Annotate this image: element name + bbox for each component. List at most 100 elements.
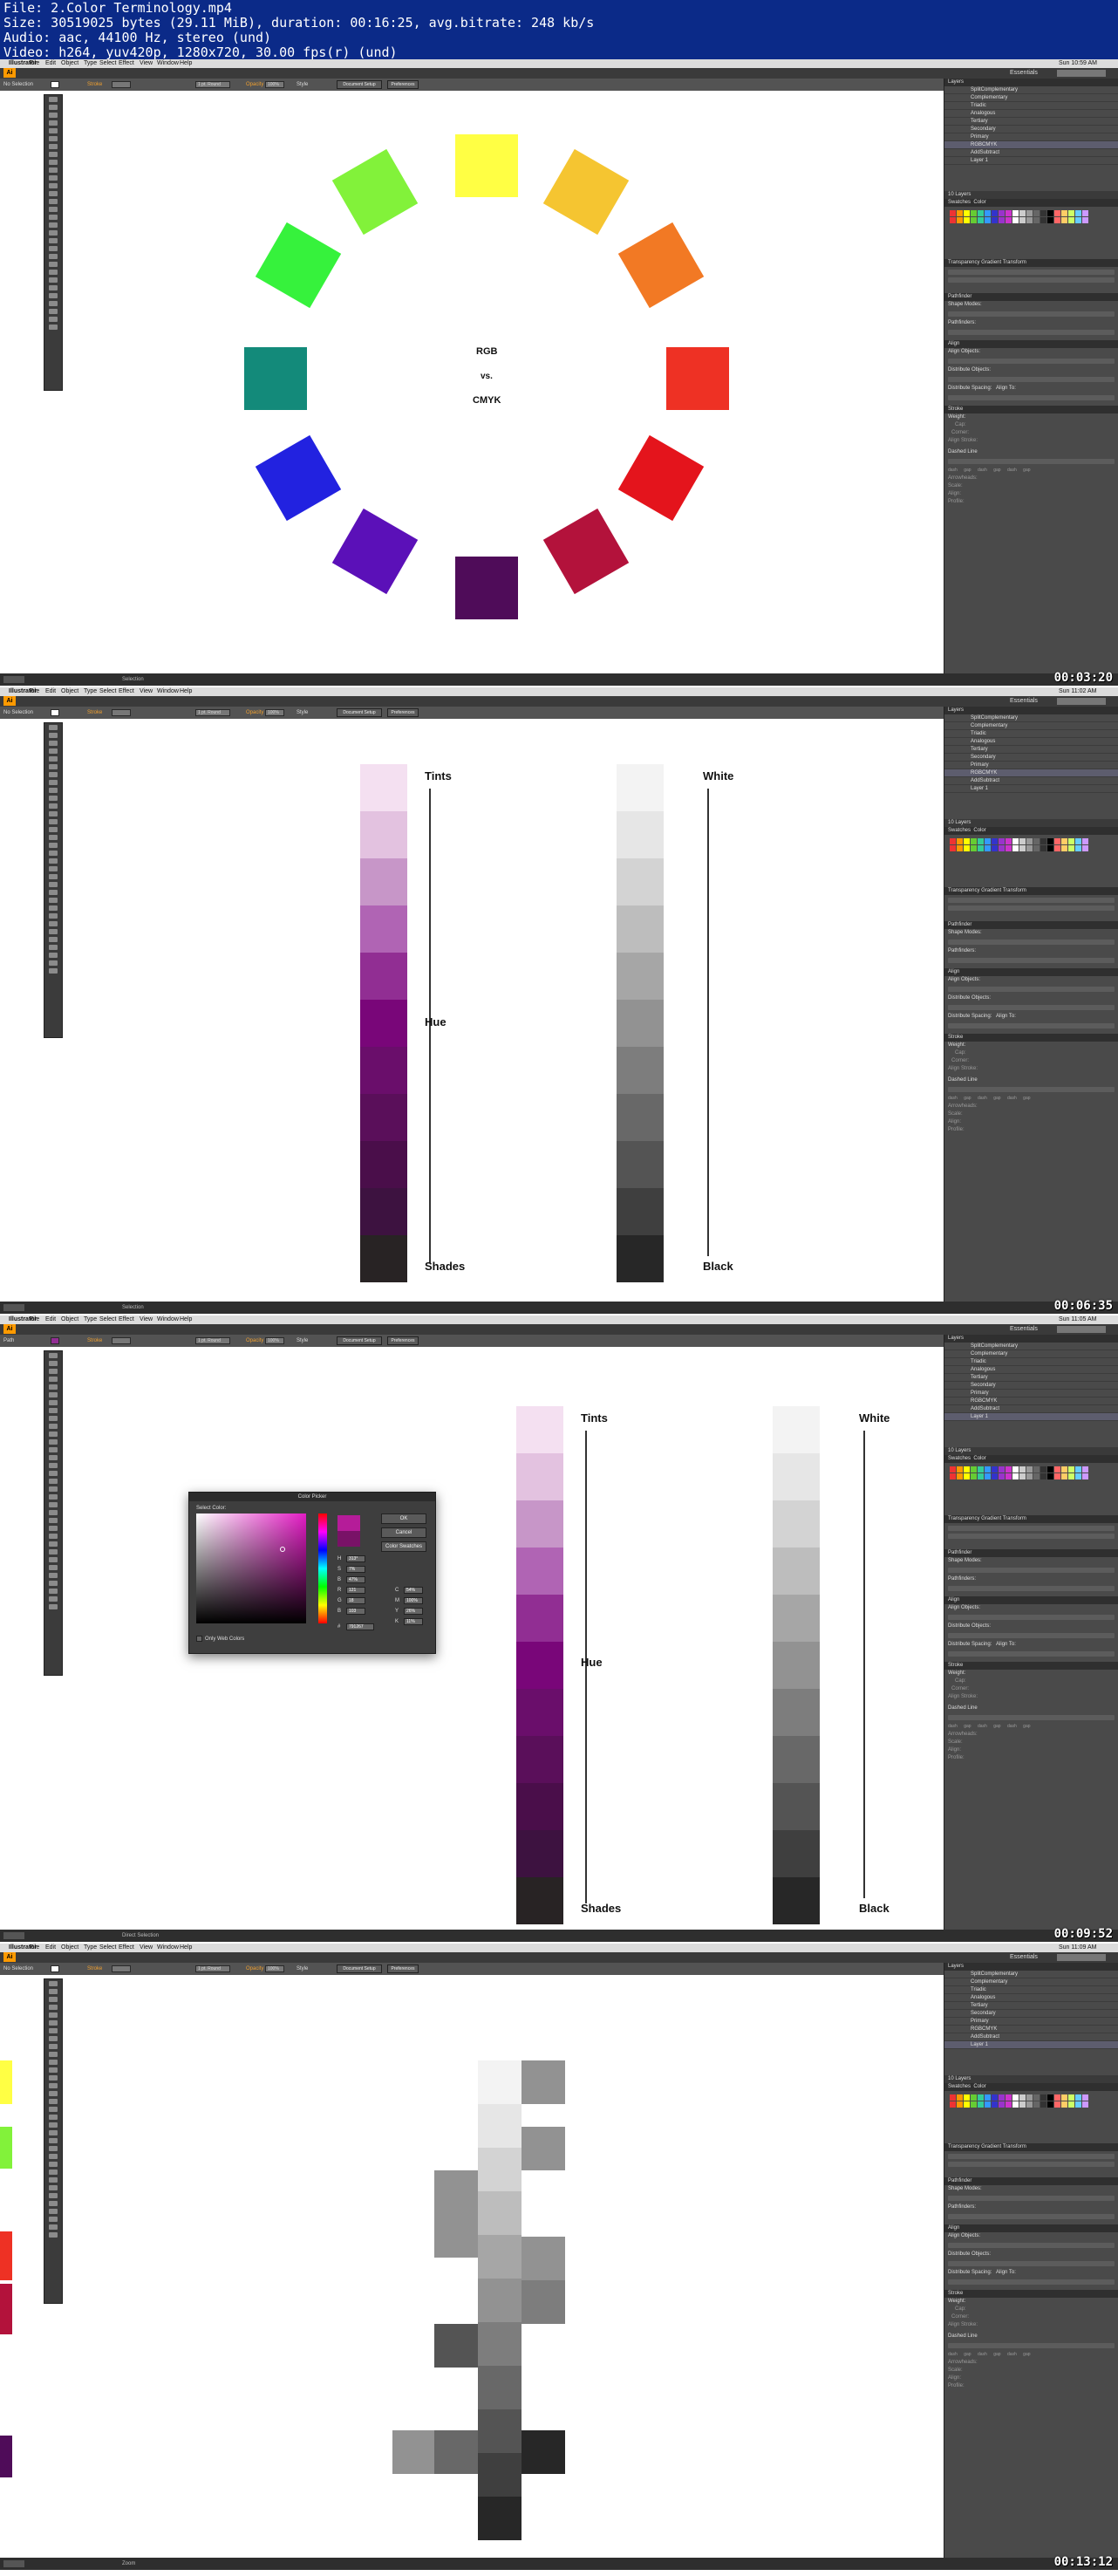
swatch[interactable] [992, 838, 998, 844]
gray-step[interactable] [478, 2191, 522, 2235]
workspace-switcher[interactable]: Essentials [1010, 696, 1038, 707]
menu-item[interactable]: Object [61, 59, 78, 68]
swatch[interactable] [1019, 210, 1026, 216]
tool-icon[interactable] [49, 953, 58, 958]
swatch[interactable] [1006, 845, 1012, 851]
search-field[interactable] [1057, 698, 1106, 705]
tool-icon[interactable] [49, 748, 58, 754]
layer-row[interactable]: Analogous [944, 1366, 1118, 1374]
stroke-profile-field[interactable]: 1 pt. Round [195, 1337, 230, 1344]
layer-row[interactable]: Tertiary [944, 746, 1118, 754]
swatch[interactable] [1040, 838, 1046, 844]
tool-icon[interactable] [49, 1416, 58, 1421]
tool-icon[interactable] [49, 2099, 58, 2104]
swatch[interactable] [1006, 210, 1012, 216]
layer-row[interactable]: SplitComplementary [944, 1343, 1118, 1350]
gray-step[interactable] [617, 1000, 664, 1047]
gray-step[interactable] [478, 2148, 522, 2191]
swatch[interactable] [964, 845, 970, 851]
shape-modes-buttons[interactable] [948, 1568, 1115, 1573]
fill-swatch[interactable] [51, 1337, 59, 1344]
stroke-weight-field[interactable] [112, 81, 131, 88]
swatch[interactable] [1082, 838, 1088, 844]
transparency-tab[interactable]: Transparency [948, 1516, 979, 1521]
swatch[interactable] [950, 845, 956, 851]
picker-field-input[interactable]: 18 [346, 1597, 365, 1604]
tool-icon[interactable] [49, 1565, 58, 1570]
tool-icon[interactable] [49, 1408, 58, 1413]
swatch[interactable] [971, 2094, 977, 2101]
gray-step[interactable] [773, 1830, 820, 1877]
menu-item[interactable]: File [30, 1315, 39, 1324]
swatch[interactable] [957, 217, 963, 223]
menu-item[interactable]: Effect [119, 59, 134, 68]
tool-icon[interactable] [49, 1377, 58, 1382]
preferences-button[interactable]: Preferences [387, 1336, 419, 1345]
swatch[interactable] [950, 2094, 956, 2101]
gray-block[interactable] [522, 2060, 565, 2104]
purple-step[interactable] [516, 1689, 563, 1736]
menu-item[interactable]: Window [157, 687, 179, 696]
pathfinder-buttons[interactable] [948, 1586, 1115, 1591]
gray-block[interactable] [522, 2127, 565, 2170]
ok-button[interactable]: OK [381, 1513, 426, 1524]
layer-row[interactable]: Triadic [944, 1358, 1118, 1366]
purple-step[interactable] [360, 1188, 407, 1235]
tool-icon[interactable] [49, 2146, 58, 2151]
workspace-switcher[interactable]: Essentials [1010, 68, 1038, 79]
tool-icon[interactable] [49, 1486, 58, 1492]
purple-step[interactable] [516, 1642, 563, 1689]
tool-icon[interactable] [49, 160, 58, 165]
gray-step[interactable] [773, 1877, 820, 1924]
layer-row[interactable]: Tertiary [944, 1374, 1118, 1382]
swatch[interactable] [957, 2101, 963, 2108]
tool-icon[interactable] [49, 725, 58, 730]
swatch[interactable] [1019, 838, 1026, 844]
tool-icon[interactable] [49, 921, 58, 926]
swatch[interactable] [1068, 2094, 1074, 2101]
transform-field[interactable] [948, 1526, 1115, 1531]
opacity-field[interactable]: 100% [265, 81, 284, 88]
color-field[interactable] [196, 1513, 306, 1623]
swatch[interactable] [1061, 2094, 1067, 2101]
swatch[interactable] [1061, 217, 1067, 223]
swatch[interactable] [1012, 838, 1019, 844]
swatch[interactable] [971, 2101, 977, 2108]
menu-item[interactable]: Type [84, 59, 97, 68]
layer-row[interactable]: Layer 1 [944, 1413, 1118, 1421]
tool-icon[interactable] [49, 1541, 58, 1547]
tool-icon[interactable] [49, 120, 58, 126]
wheel-swatch-yellow-orange[interactable] [542, 148, 630, 236]
tool-icon[interactable] [49, 262, 58, 267]
swatch[interactable] [1019, 2094, 1026, 2101]
swatch[interactable] [1026, 845, 1033, 851]
swatch[interactable] [1068, 1466, 1074, 1472]
color-tab-label[interactable]: Color [973, 200, 985, 205]
swatch[interactable] [985, 2101, 991, 2108]
swatch[interactable] [1047, 845, 1053, 851]
tool-icon[interactable] [49, 199, 58, 204]
tool-icon[interactable] [49, 1384, 58, 1390]
align-buttons[interactable] [948, 359, 1115, 364]
swatch[interactable] [950, 1473, 956, 1479]
swatch[interactable] [964, 217, 970, 223]
gray-block[interactable] [522, 2237, 565, 2280]
tool-icon[interactable] [49, 254, 58, 259]
align-buttons[interactable] [948, 2243, 1115, 2248]
swatch[interactable] [971, 217, 977, 223]
gray-step[interactable] [617, 1188, 664, 1235]
tool-icon[interactable] [49, 1510, 58, 1515]
layer-row[interactable]: Tertiary [944, 2002, 1118, 2010]
swatch[interactable] [1012, 1466, 1019, 1472]
fill-swatch[interactable] [51, 81, 59, 88]
layer-row[interactable]: AddSubtract [944, 149, 1118, 157]
tool-icon[interactable] [49, 851, 58, 856]
spacing-buttons[interactable] [948, 395, 1115, 400]
menu-item[interactable]: File [30, 687, 39, 696]
tool-icon[interactable] [49, 144, 58, 149]
tool-icon[interactable] [49, 128, 58, 133]
wheel-swatch-yellow[interactable] [455, 134, 518, 197]
tool-icon[interactable] [49, 796, 58, 801]
tool-icon[interactable] [49, 175, 58, 181]
gray-step[interactable] [617, 764, 664, 811]
